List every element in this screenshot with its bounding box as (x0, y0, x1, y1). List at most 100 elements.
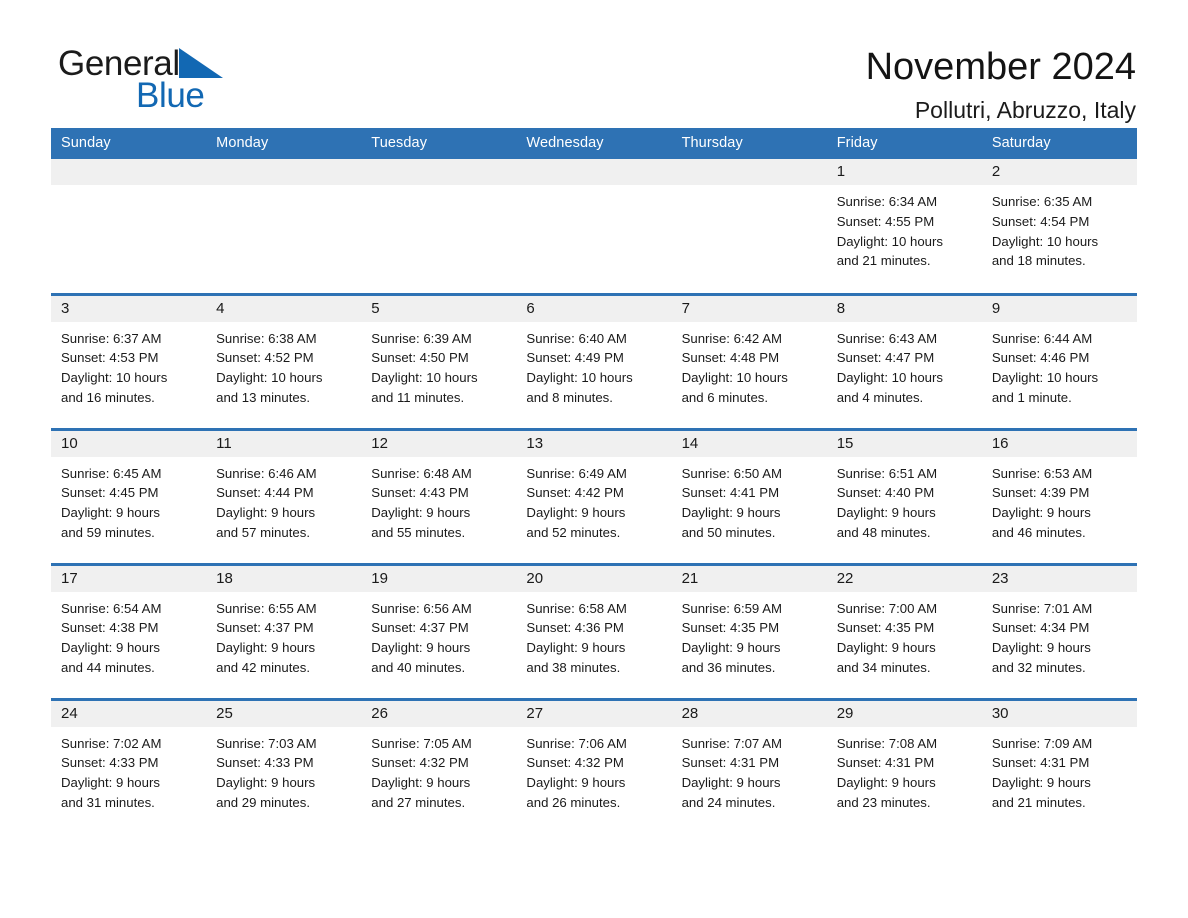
daylight-text-line1: Daylight: 9 hours (836, 640, 936, 656)
daylight-text-line2: and 4 minutes. (836, 389, 924, 405)
day-details: Sunrise: 6:53 AM Sunset: 4:39 PM Dayligh… (982, 457, 1137, 543)
day-details: Sunrise: 7:02 AM Sunset: 4:33 PM Dayligh… (51, 727, 206, 813)
day-details: Sunrise: 6:49 AM Sunset: 4:42 PM Dayligh… (516, 457, 671, 543)
day-cell[interactable]: 21 Sunrise: 6:59 AM Sunset: 4:35 PM Dayl… (671, 562, 827, 699)
day-number (206, 159, 362, 185)
day-cell[interactable]: 16 Sunrise: 6:53 AM Sunset: 4:39 PM Dayl… (981, 427, 1137, 564)
sunset-text: Sunset: 4:44 PM (216, 485, 314, 501)
day-cell[interactable]: 23 Sunrise: 7:01 AM Sunset: 4:34 PM Dayl… (981, 562, 1137, 699)
sunset-text: Sunset: 4:35 PM (681, 620, 780, 636)
day-details: Sunrise: 6:58 AM Sunset: 4:36 PM Dayligh… (516, 592, 671, 678)
daylight-text-line1: Daylight: 9 hours (681, 505, 781, 521)
column-header-thursday: Thursday (671, 128, 827, 159)
day-number: 21 (671, 565, 827, 592)
daylight-text-line2: and 23 minutes. (836, 794, 931, 810)
column-header-monday: Monday (206, 128, 362, 159)
day-cell[interactable]: 4 Sunrise: 6:38 AM Sunset: 4:52 PM Dayli… (206, 292, 362, 429)
day-number: 28 (671, 700, 827, 727)
day-cell[interactable]: 13 Sunrise: 6:49 AM Sunset: 4:42 PM Dayl… (516, 427, 672, 564)
day-cell[interactable]: 26 Sunrise: 7:05 AM Sunset: 4:32 PM Dayl… (361, 697, 517, 834)
calendar-body: 1 Sunrise: 6:34 AM Sunset: 4:55 PM Dayli… (51, 159, 1137, 834)
day-cell[interactable]: 10 Sunrise: 6:45 AM Sunset: 4:45 PM Dayl… (51, 427, 207, 564)
day-cell[interactable]: 25 Sunrise: 7:03 AM Sunset: 4:33 PM Dayl… (206, 697, 362, 834)
day-cell[interactable]: 22 Sunrise: 7:00 AM Sunset: 4:35 PM Dayl… (826, 562, 982, 699)
day-cell[interactable]: 8 Sunrise: 6:43 AM Sunset: 4:47 PM Dayli… (826, 292, 982, 429)
day-cell[interactable]: 14 Sunrise: 6:50 AM Sunset: 4:41 PM Dayl… (671, 427, 827, 564)
day-cell[interactable]: 17 Sunrise: 6:54 AM Sunset: 4:38 PM Dayl… (51, 562, 207, 699)
sunrise-text: Sunrise: 6:39 AM (371, 330, 472, 346)
daylight-text-line1: Daylight: 9 hours (371, 640, 471, 656)
daylight-text-line2: and 32 minutes. (991, 659, 1086, 675)
sunrise-sunset-calendar-table: Sunday Monday Tuesday Wednesday Thursday… (51, 128, 1137, 834)
daylight-text-line1: Daylight: 9 hours (371, 775, 471, 791)
day-details: Sunrise: 6:54 AM Sunset: 4:38 PM Dayligh… (51, 592, 206, 678)
day-cell[interactable]: 30 Sunrise: 7:09 AM Sunset: 4:31 PM Dayl… (981, 697, 1137, 834)
sunrise-text: Sunrise: 6:37 AM (61, 330, 162, 346)
daylight-text-line2: and 16 minutes. (61, 389, 155, 405)
day-details: Sunrise: 6:48 AM Sunset: 4:43 PM Dayligh… (361, 457, 516, 543)
day-cell-empty (671, 159, 827, 294)
day-cell[interactable]: 1 Sunrise: 6:34 AM Sunset: 4:55 PM Dayli… (826, 159, 982, 294)
day-cell[interactable]: 20 Sunrise: 6:58 AM Sunset: 4:36 PM Dayl… (516, 562, 672, 699)
day-cell[interactable]: 24 Sunrise: 7:02 AM Sunset: 4:33 PM Dayl… (51, 697, 207, 834)
day-cell[interactable]: 29 Sunrise: 7:08 AM Sunset: 4:31 PM Dayl… (826, 697, 982, 834)
day-number: 29 (826, 700, 982, 727)
day-number (516, 159, 672, 185)
day-cell[interactable]: 3 Sunrise: 6:37 AM Sunset: 4:53 PM Dayli… (51, 292, 207, 429)
day-cell[interactable]: 18 Sunrise: 6:55 AM Sunset: 4:37 PM Dayl… (206, 562, 362, 699)
day-cell[interactable]: 27 Sunrise: 7:06 AM Sunset: 4:32 PM Dayl… (516, 697, 672, 834)
sunset-text: Sunset: 4:37 PM (371, 620, 469, 636)
day-cell[interactable]: 7 Sunrise: 6:42 AM Sunset: 4:48 PM Dayli… (671, 292, 827, 429)
sunset-text: Sunset: 4:48 PM (681, 350, 780, 366)
day-details: Sunrise: 7:01 AM Sunset: 4:34 PM Dayligh… (982, 592, 1137, 678)
daylight-text-line2: and 1 minute. (991, 389, 1072, 405)
day-cell[interactable]: 11 Sunrise: 6:46 AM Sunset: 4:44 PM Dayl… (206, 427, 362, 564)
day-cell-empty (206, 159, 362, 294)
day-number: 30 (981, 700, 1137, 727)
day-details: Sunrise: 6:50 AM Sunset: 4:41 PM Dayligh… (672, 457, 827, 543)
column-header-friday: Friday (826, 128, 982, 159)
sunrise-text: Sunrise: 7:08 AM (836, 735, 938, 751)
calendar-week-row: 10 Sunrise: 6:45 AM Sunset: 4:45 PM Dayl… (51, 427, 1137, 564)
day-cell[interactable]: 19 Sunrise: 6:56 AM Sunset: 4:37 PM Dayl… (361, 562, 517, 699)
day-details: Sunrise: 7:00 AM Sunset: 4:35 PM Dayligh… (827, 592, 982, 678)
day-details: Sunrise: 7:09 AM Sunset: 4:31 PM Dayligh… (982, 727, 1137, 813)
sunrise-text: Sunrise: 6:56 AM (371, 600, 472, 616)
daylight-text-line2: and 44 minutes. (61, 659, 155, 675)
day-number: 27 (516, 700, 672, 727)
sunrise-text: Sunrise: 6:38 AM (216, 330, 317, 346)
brand-name-blue: Blue (136, 76, 205, 115)
day-cell[interactable]: 28 Sunrise: 7:07 AM Sunset: 4:31 PM Dayl… (671, 697, 827, 834)
sunrise-text: Sunrise: 6:40 AM (526, 330, 627, 346)
calendar-week-row: 24 Sunrise: 7:02 AM Sunset: 4:33 PM Dayl… (51, 697, 1137, 834)
day-number: 16 (981, 430, 1137, 457)
day-number: 10 (51, 430, 207, 457)
day-number: 23 (981, 565, 1137, 592)
sunset-text: Sunset: 4:36 PM (526, 620, 624, 636)
daylight-text-line1: Daylight: 9 hours (991, 505, 1091, 521)
day-details: Sunrise: 6:59 AM Sunset: 4:35 PM Dayligh… (672, 592, 827, 678)
daylight-text-line2: and 36 minutes. (681, 659, 776, 675)
day-cell[interactable]: 12 Sunrise: 6:48 AM Sunset: 4:43 PM Dayl… (361, 427, 517, 564)
daylight-text-line2: and 55 minutes. (371, 524, 466, 540)
daylight-text-line1: Daylight: 10 hours (991, 370, 1099, 386)
sunset-text: Sunset: 4:41 PM (681, 485, 780, 501)
daylight-text-line2: and 18 minutes. (991, 253, 1086, 269)
day-number: 9 (981, 295, 1137, 322)
brand-logo[interactable]: General Blue (58, 46, 358, 126)
day-cell-empty (361, 159, 517, 294)
day-cell[interactable]: 15 Sunrise: 6:51 AM Sunset: 4:40 PM Dayl… (826, 427, 982, 564)
sunrise-text: Sunrise: 6:50 AM (681, 465, 782, 481)
sunrise-text: Sunrise: 7:01 AM (991, 600, 1093, 616)
sunset-text: Sunset: 4:45 PM (61, 485, 159, 501)
day-cell[interactable]: 5 Sunrise: 6:39 AM Sunset: 4:50 PM Dayli… (361, 292, 517, 429)
day-cell[interactable]: 2 Sunrise: 6:35 AM Sunset: 4:54 PM Dayli… (981, 159, 1137, 294)
day-cell[interactable]: 9 Sunrise: 6:44 AM Sunset: 4:46 PM Dayli… (981, 292, 1137, 429)
sunset-text: Sunset: 4:53 PM (61, 350, 159, 366)
daylight-text-line2: and 34 minutes. (836, 659, 931, 675)
day-cell[interactable]: 6 Sunrise: 6:40 AM Sunset: 4:49 PM Dayli… (516, 292, 672, 429)
day-number: 19 (361, 565, 517, 592)
day-number: 11 (206, 430, 362, 457)
sunset-text: Sunset: 4:35 PM (836, 620, 935, 636)
sunset-text: Sunset: 4:49 PM (526, 350, 624, 366)
